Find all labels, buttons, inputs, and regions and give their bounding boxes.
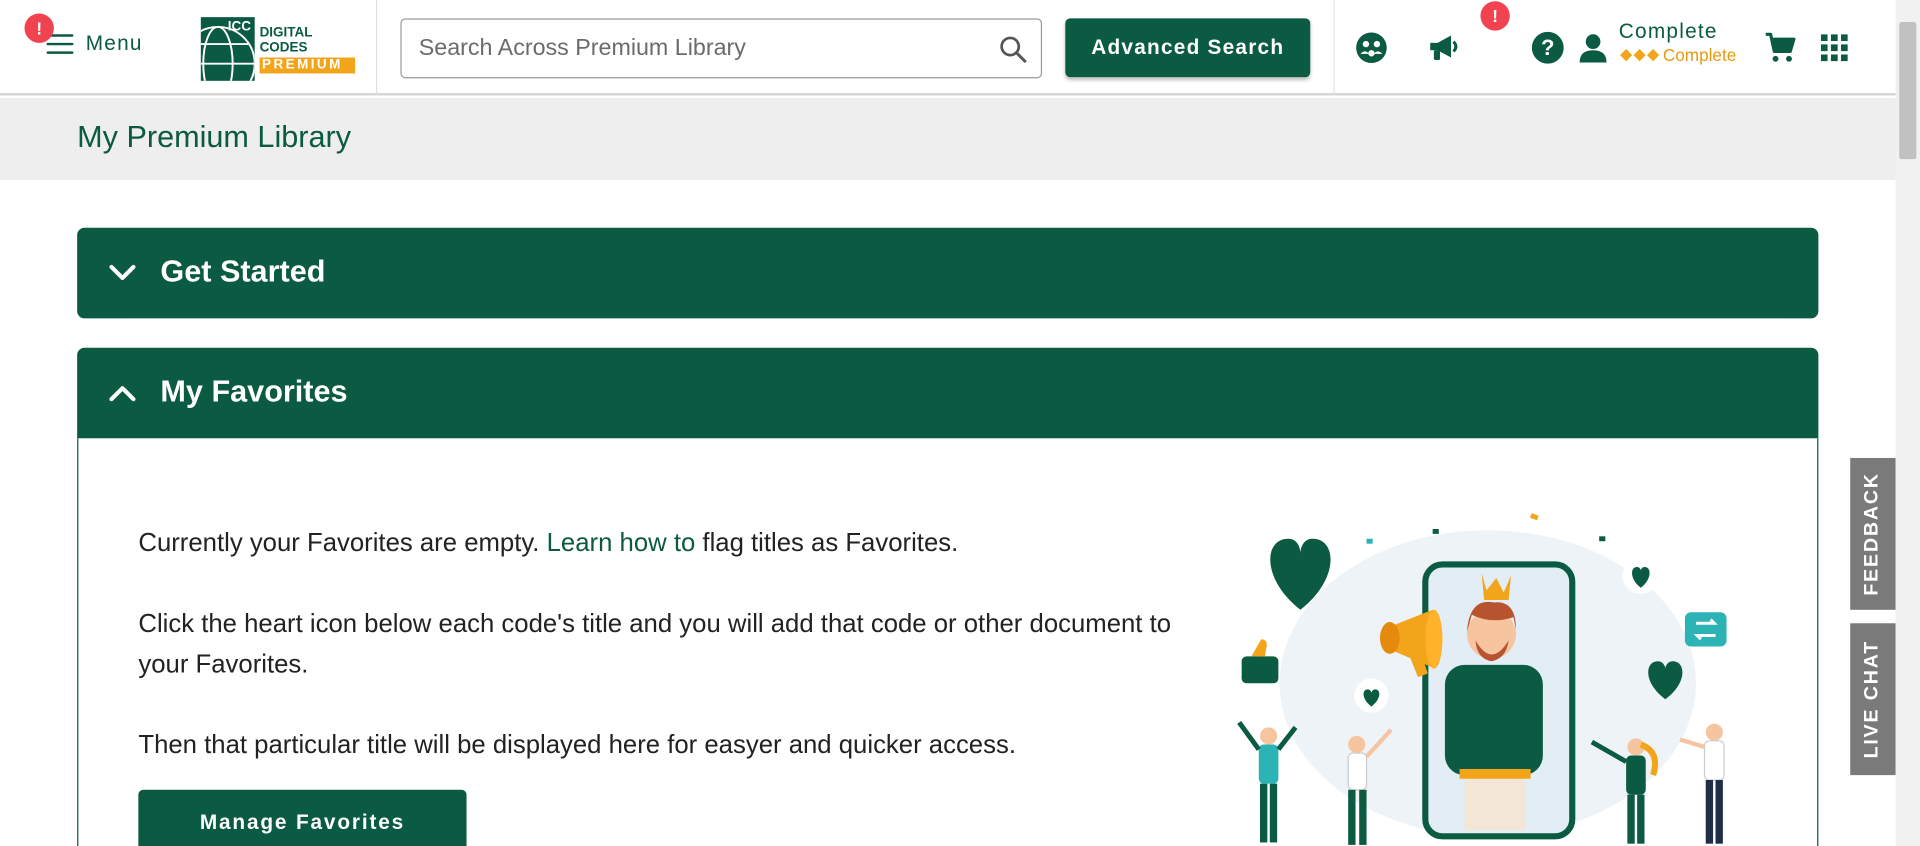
feedback-label: FEEDBACK xyxy=(1861,472,1883,596)
live-chat-label: LIVE CHAT xyxy=(1861,639,1883,759)
megaphone-icon[interactable] xyxy=(1423,27,1465,69)
live-chat-tab[interactable]: LIVE CHAT xyxy=(1850,623,1896,776)
help-icon[interactable]: ? xyxy=(1527,27,1569,69)
get-started-title: Get Started xyxy=(160,254,326,289)
favorites-title: My Favorites xyxy=(160,374,348,409)
favorites-empty-message: Currently your Favorites are empty. Lear… xyxy=(138,523,1216,806)
get-started-accordion[interactable]: Get Started xyxy=(77,227,1819,319)
menu-button[interactable]: Menu xyxy=(46,31,143,56)
page-title-bar: My Premium Library xyxy=(0,97,1896,181)
advanced-search-button[interactable]: Advanced Search xyxy=(1065,18,1311,78)
search-input[interactable] xyxy=(401,19,985,78)
menu-badge: ! xyxy=(24,13,54,43)
menu-label: Menu xyxy=(85,31,143,56)
header-divider xyxy=(375,0,378,96)
subscription-plan-label: Complete xyxy=(1662,45,1737,65)
favorites-accordion[interactable]: My Favorites xyxy=(77,347,1819,439)
scrollbar-thumb[interactable] xyxy=(1899,22,1917,160)
header-divider xyxy=(1333,0,1335,96)
logo-mark-text: ICC xyxy=(227,19,252,35)
favorites-illustration xyxy=(1237,513,1727,845)
subscription-plan: Complete xyxy=(1619,45,1736,65)
community-icon[interactable] xyxy=(1351,27,1393,69)
icc-logo[interactable]: ICC DIGITAL CODES PREMIUM xyxy=(200,17,356,81)
learn-how-link[interactable]: Learn how to xyxy=(547,529,696,557)
search-box xyxy=(400,18,1043,79)
user-account[interactable]: Complete Complete xyxy=(1619,20,1736,65)
user-icon[interactable] xyxy=(1572,27,1614,69)
search-icon[interactable] xyxy=(984,20,1040,76)
logo-line2: PREMIUM xyxy=(259,56,356,73)
chevron-down-icon xyxy=(109,264,136,281)
announcements-badge: ! xyxy=(1480,1,1510,31)
cart-icon[interactable] xyxy=(1760,27,1802,69)
page-scrollbar[interactable] xyxy=(1895,0,1920,846)
manage-favorites-button[interactable]: Manage Favorites xyxy=(138,789,467,846)
page-title: My Premium Library xyxy=(77,120,352,155)
apps-grid-icon[interactable] xyxy=(1813,27,1855,69)
favorites-paragraph-1: Currently your Favorites are empty. Lear… xyxy=(138,528,959,558)
globe-logo-icon: ICC xyxy=(200,17,255,81)
feedback-tab[interactable]: FEEDBACK xyxy=(1850,457,1896,610)
logo-line1: DIGITAL CODES xyxy=(259,25,313,55)
page: Menu ICC DIGITAL CODES PREMIUM Search Ac… xyxy=(0,0,1920,846)
svg-text:?: ? xyxy=(1541,35,1554,60)
favorites-paragraph-2: Click the heart icon below each code's t… xyxy=(138,609,1172,679)
favorites-paragraph-3: Then that particular title will be displ… xyxy=(138,731,1016,760)
user-name: Complete xyxy=(1618,19,1718,43)
diamond-icon xyxy=(1620,48,1660,62)
chevron-up-icon xyxy=(109,386,136,402)
top-header: Menu ICC DIGITAL CODES PREMIUM Search Ac… xyxy=(0,0,1896,96)
